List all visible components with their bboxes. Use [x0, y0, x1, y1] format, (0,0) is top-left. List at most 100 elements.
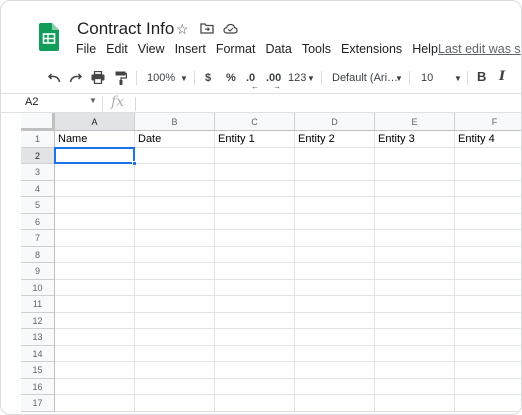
font-family-select[interactable]: Default (Ari… [332, 70, 398, 86]
cell-f3[interactable] [455, 164, 521, 181]
row-header-1[interactable]: 1 [21, 131, 55, 148]
cell-b7[interactable] [135, 230, 215, 247]
last-edit-link[interactable]: Last edit was s [438, 42, 521, 56]
column-header-f[interactable]: F [455, 113, 521, 131]
cell-d1[interactable]: Entity 2 [295, 131, 375, 148]
menu-view[interactable]: View [138, 42, 165, 56]
row-header-16[interactable]: 16 [21, 378, 55, 395]
menu-extensions[interactable]: Extensions [341, 42, 402, 56]
font-size-select[interactable]: 10 [421, 70, 433, 86]
cell-e7[interactable] [375, 230, 455, 247]
cell-b6[interactable] [135, 213, 215, 230]
cell-e4[interactable] [375, 180, 455, 197]
cell-f15[interactable] [455, 362, 521, 379]
cell-f13[interactable] [455, 329, 521, 346]
cell-d9[interactable] [295, 263, 375, 280]
cell-a12[interactable] [55, 312, 135, 329]
cell-c14[interactable] [215, 345, 295, 362]
cell-e11[interactable] [375, 296, 455, 313]
folder-move-icon[interactable] [200, 22, 214, 34]
cell-e2[interactable] [375, 147, 455, 164]
cell-e13[interactable] [375, 329, 455, 346]
cell-b3[interactable] [135, 164, 215, 181]
cell-d5[interactable] [295, 197, 375, 214]
menu-data[interactable]: Data [265, 42, 291, 56]
cell-a4[interactable] [55, 180, 135, 197]
fill-handle[interactable] [132, 161, 137, 166]
cell-e8[interactable] [375, 246, 455, 263]
cell-b15[interactable] [135, 362, 215, 379]
cell-d6[interactable] [295, 213, 375, 230]
row-header-11[interactable]: 11 [21, 296, 55, 313]
cell-e3[interactable] [375, 164, 455, 181]
menu-insert[interactable]: Insert [175, 42, 206, 56]
row-header-7[interactable]: 7 [21, 230, 55, 247]
cell-e14[interactable] [375, 345, 455, 362]
chevron-down-icon[interactable]: ▼ [89, 96, 97, 105]
print-icon[interactable] [91, 71, 105, 84]
cell-e15[interactable] [375, 362, 455, 379]
menu-file[interactable]: File [76, 42, 96, 56]
menu-tools[interactable]: Tools [302, 42, 331, 56]
column-header-c[interactable]: C [215, 113, 295, 131]
cell-c11[interactable] [215, 296, 295, 313]
cell-d2[interactable] [295, 147, 375, 164]
cell-c16[interactable] [215, 378, 295, 395]
cell-e10[interactable] [375, 279, 455, 296]
cell-c9[interactable] [215, 263, 295, 280]
cell-a14[interactable] [55, 345, 135, 362]
currency-format-button[interactable]: $ [205, 70, 211, 86]
cell-e1[interactable]: Entity 3 [375, 131, 455, 148]
zoom-select[interactable]: 100% [147, 70, 175, 86]
cell-c7[interactable] [215, 230, 295, 247]
cell-c12[interactable] [215, 312, 295, 329]
row-header-9[interactable]: 9 [21, 263, 55, 280]
row-header-6[interactable]: 6 [21, 213, 55, 230]
number-format-select[interactable]: 123 [288, 70, 306, 86]
document-title[interactable]: Contract Info [77, 19, 174, 39]
column-header-e[interactable]: E [375, 113, 455, 131]
row-header-12[interactable]: 12 [21, 312, 55, 329]
cell-a17[interactable] [55, 395, 135, 412]
cell-b4[interactable] [135, 180, 215, 197]
column-header-d[interactable]: D [295, 113, 375, 131]
cell-a8[interactable] [55, 246, 135, 263]
cell-f16[interactable] [455, 379, 521, 395]
cell-a9[interactable] [55, 263, 135, 280]
cell-b14[interactable] [135, 345, 215, 362]
menu-help[interactable]: Help [412, 42, 438, 56]
row-header-14[interactable]: 14 [21, 345, 55, 362]
cell-a11[interactable] [55, 296, 135, 313]
row-header-8[interactable]: 8 [21, 246, 55, 263]
cell-a16[interactable] [55, 378, 135, 395]
cell-f11[interactable] [455, 296, 521, 313]
cell-c4[interactable] [215, 180, 295, 197]
cell-f8[interactable] [455, 247, 521, 263]
sheets-logo-icon[interactable] [39, 23, 59, 51]
paint-format-icon[interactable] [115, 71, 127, 85]
cell-e16[interactable] [375, 378, 455, 395]
cell-c13[interactable] [215, 329, 295, 346]
cell-c8[interactable] [215, 246, 295, 263]
cell-a1[interactable]: Name [55, 131, 135, 148]
cell-b10[interactable] [135, 279, 215, 296]
cell-a3[interactable] [55, 164, 135, 181]
column-header-a[interactable]: A [55, 113, 135, 131]
chevron-down-icon[interactable]: ▼ [454, 71, 462, 87]
cell-d14[interactable] [295, 345, 375, 362]
row-header-3[interactable]: 3 [21, 164, 55, 181]
cell-d12[interactable] [295, 312, 375, 329]
cell-d17[interactable] [295, 395, 375, 412]
cell-f17[interactable] [455, 395, 521, 412]
italic-button[interactable]: I [499, 69, 505, 85]
cell-a15[interactable] [55, 362, 135, 379]
percent-format-button[interactable]: % [226, 70, 236, 86]
cell-d13[interactable] [295, 329, 375, 346]
cell-d16[interactable] [295, 378, 375, 395]
row-header-5[interactable]: 5 [21, 197, 55, 214]
cell-b2[interactable] [135, 147, 215, 164]
cell-b1[interactable]: Date [135, 131, 215, 148]
cell-a10[interactable] [55, 279, 135, 296]
sheet-grid[interactable]: A B C D E F 1 2 3 4 5 6 7 8 9 10 11 12 13 14 15 16 17 Name Date… [21, 113, 521, 414]
cell-a13[interactable] [55, 329, 135, 346]
